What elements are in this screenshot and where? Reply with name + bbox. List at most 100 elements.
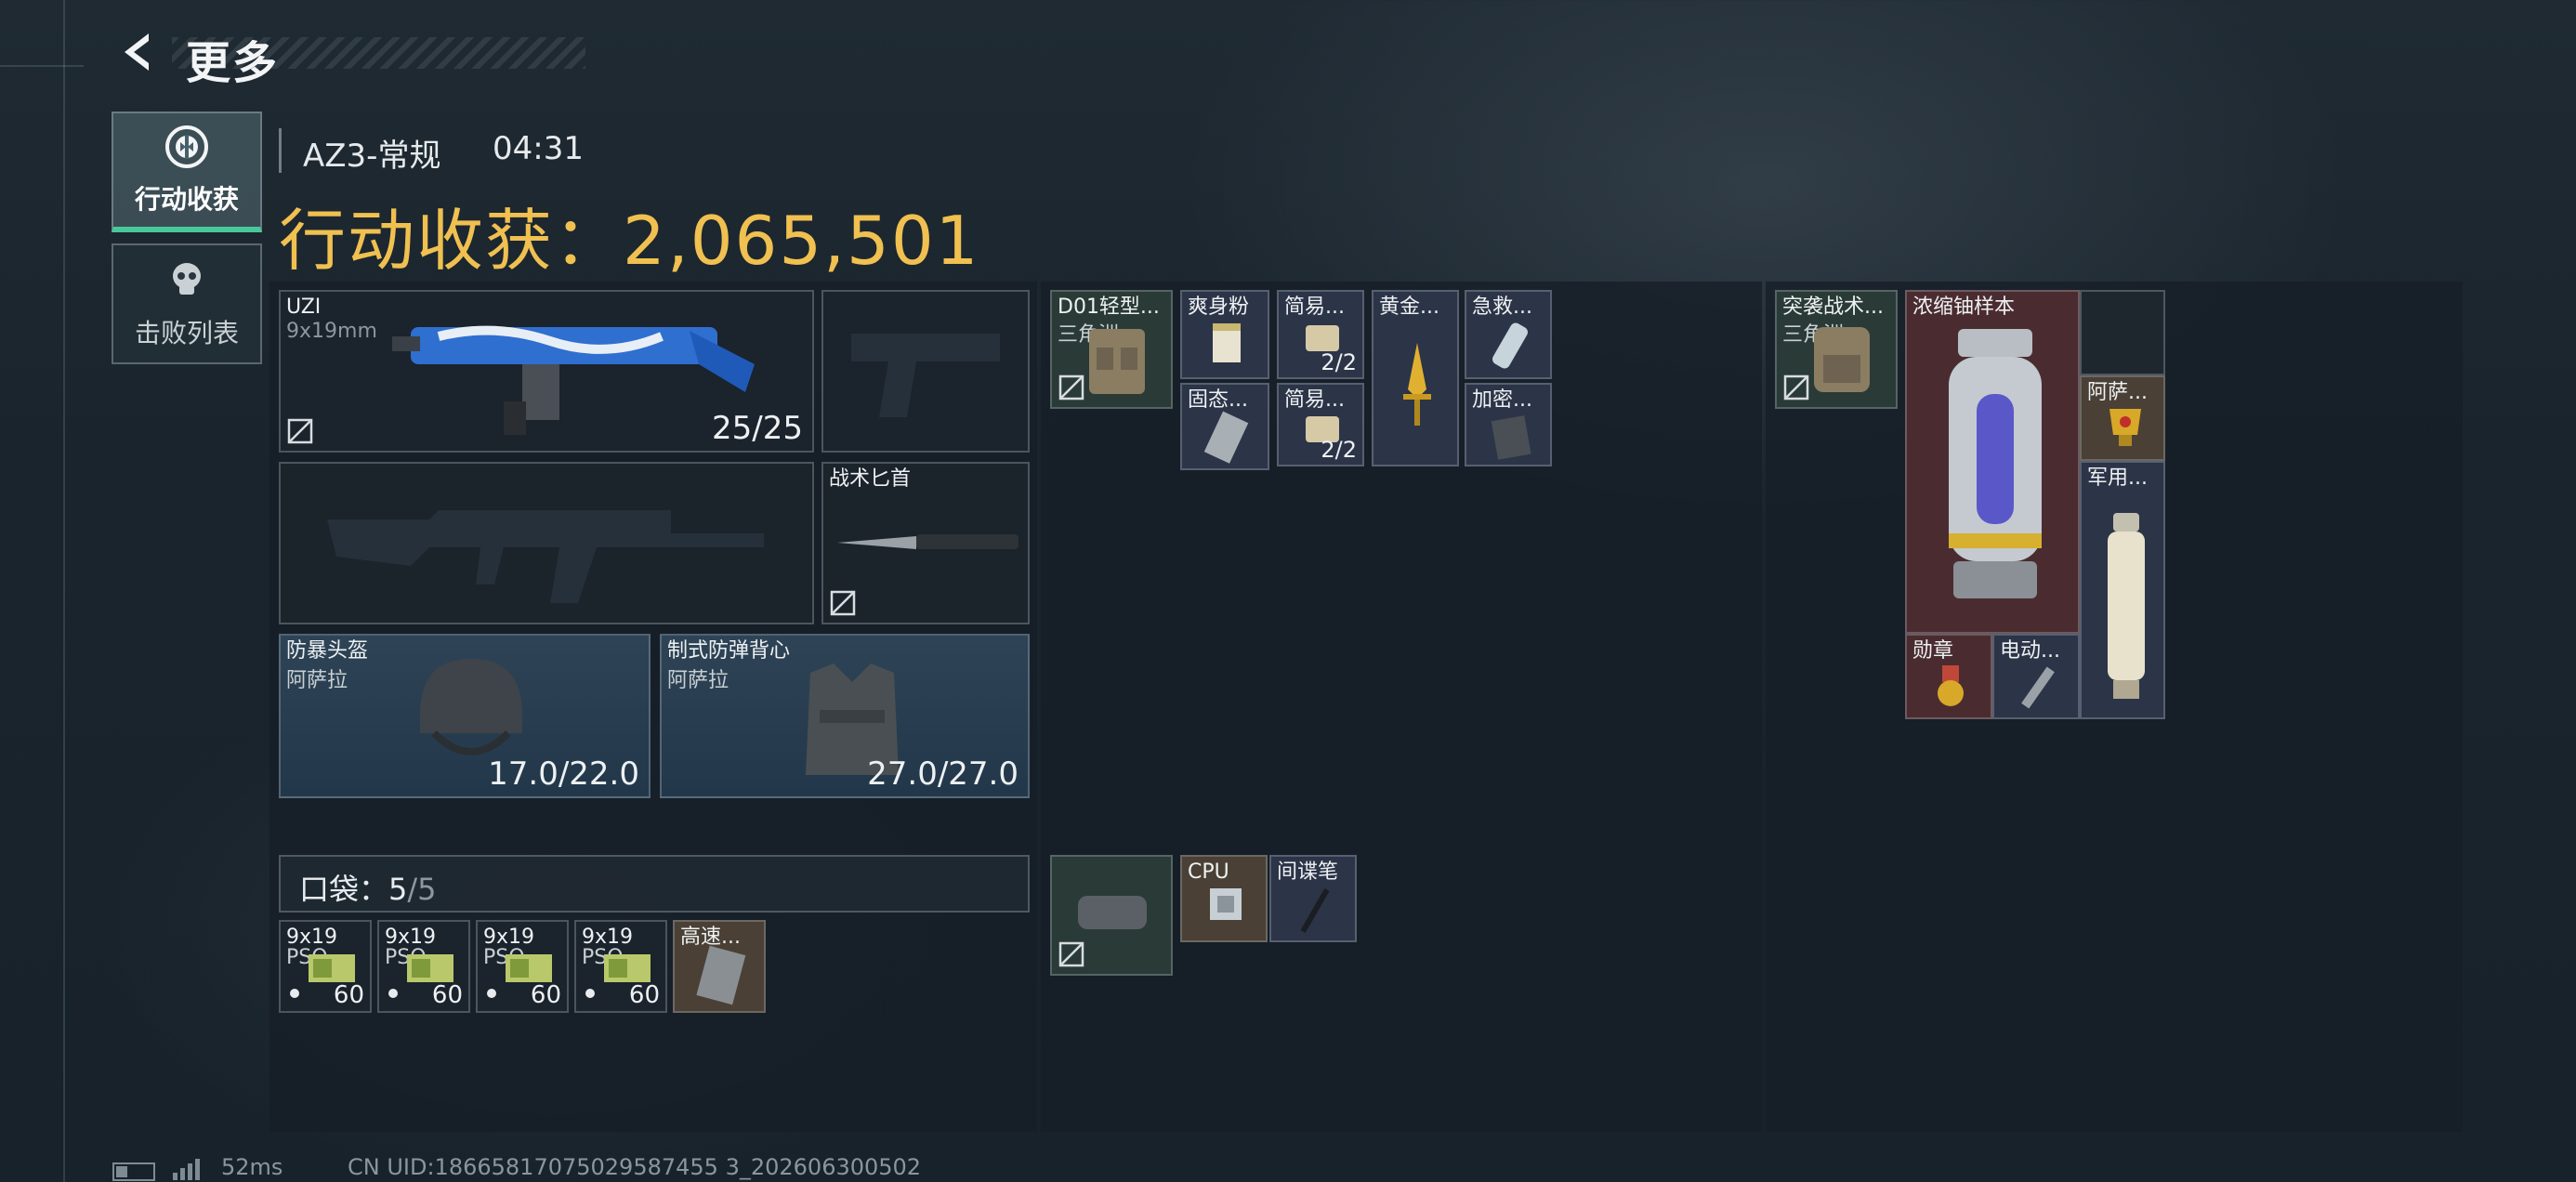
- pouch-item[interactable]: 间谍笔: [1269, 855, 1357, 942]
- pocket-item[interactable]: 9x19 PSO 60: [476, 920, 569, 1013]
- rig-icon: [1089, 329, 1145, 394]
- electric-tool-icon: [2021, 666, 2055, 709]
- raid-timer: 04:31: [493, 130, 584, 167]
- ammo-dot-icon: [487, 989, 496, 998]
- item-count: 2/2: [1321, 437, 1357, 463]
- encrypted-drive-icon: [1491, 415, 1531, 460]
- spy-pen-icon: [1300, 887, 1330, 934]
- powder-icon: [1213, 323, 1241, 362]
- rig-item[interactable]: 简易... 2/2: [1277, 383, 1364, 466]
- skull-icon: [173, 263, 201, 295]
- pocket-label: 口袋：: [299, 872, 389, 907]
- user-uid: CN UID:18665817075029587455 3_2026063005…: [348, 1154, 922, 1180]
- haul-total: 行动收获：2,065,501: [279, 186, 979, 283]
- unlocked-icon: [287, 418, 313, 444]
- backpack-icon: [1814, 327, 1870, 392]
- pouch-slot[interactable]: [1050, 855, 1173, 976]
- haul-label: 行动收获：: [279, 202, 624, 280]
- pouch-icon: [1078, 896, 1147, 929]
- item-name: 急救...: [1472, 296, 1532, 319]
- backpack-name: 突袭战术...: [1782, 296, 1884, 319]
- item-name: 黄金...: [1379, 296, 1439, 319]
- rifle-silhouette-icon: [327, 510, 764, 603]
- item-name: 军用...: [2087, 466, 2148, 490]
- ammo-dot-icon: [585, 989, 595, 998]
- tab-kills[interactable]: 击败列表: [112, 243, 262, 364]
- primary-weapon-slot[interactable]: UZI 9x19mm 25/25: [279, 290, 814, 453]
- gold-cup-icon: [2109, 409, 2141, 446]
- pocket-item[interactable]: 9x19 PSO 60: [279, 920, 372, 1013]
- unlocked-icon: [1783, 374, 1809, 401]
- backpack-item[interactable]: 勋章: [1905, 634, 1992, 719]
- chest-rig-slot[interactable]: D01轻型... 三角洲: [1050, 290, 1173, 409]
- rig-item[interactable]: 爽身粉: [1180, 290, 1269, 379]
- item-name: 间谍笔: [1277, 860, 1339, 884]
- armor-slot[interactable]: 制式防弹背心 阿萨拉 27.0/27.0: [660, 634, 1030, 798]
- rig-name: D01轻型...: [1058, 296, 1160, 319]
- armor-origin: 阿萨拉: [667, 669, 729, 692]
- battery-icon: [112, 1159, 200, 1181]
- ammo-pack-icon: [696, 945, 746, 1005]
- ping: 52ms: [221, 1154, 283, 1180]
- tab-kills-label: 击败列表: [134, 318, 239, 348]
- backpack-empty-slot[interactable]: [2080, 290, 2165, 375]
- item-name: 简易...: [1284, 296, 1345, 319]
- ammo-count: 60: [333, 981, 364, 1009]
- tab-loot[interactable]: 行动收获: [112, 112, 262, 232]
- weapon-ammo: 25/25: [712, 410, 803, 447]
- knife-slot[interactable]: 战术匕首: [821, 462, 1030, 624]
- pocket-item[interactable]: 9x19 PSO 60: [574, 920, 667, 1013]
- item-name: 固态...: [1188, 388, 1248, 412]
- pocket-sep: /: [407, 872, 418, 907]
- back-button[interactable]: [112, 26, 164, 78]
- gold-dagger-icon: [1403, 343, 1431, 426]
- secondary-weapon-slot[interactable]: [279, 462, 814, 624]
- item-name: CPU: [1188, 860, 1229, 884]
- rig-item[interactable]: 加密...: [1465, 383, 1552, 466]
- battery-signal-indicator: [112, 1156, 214, 1182]
- armor-name: 制式防弹背心: [667, 639, 791, 663]
- backpack-item[interactable]: 电动...: [1992, 634, 2080, 719]
- knife-name: 战术匕首: [829, 467, 912, 491]
- ammo-dot-icon: [290, 989, 299, 998]
- backpack-item[interactable]: 阿萨...: [2080, 375, 2165, 461]
- pocket-item[interactable]: 高速...: [673, 920, 766, 1013]
- ammo-count: 60: [530, 981, 561, 1009]
- pouch-item[interactable]: CPU: [1180, 855, 1268, 942]
- rig-item[interactable]: 简易... 2/2: [1277, 290, 1364, 379]
- item-name: 勋章: [1912, 639, 1954, 663]
- map-name: AZ3-常规: [303, 138, 441, 175]
- back-arrow-icon: [125, 33, 149, 71]
- rig-item[interactable]: 黄金...: [1372, 290, 1459, 466]
- first-aid-icon: [1492, 322, 1528, 369]
- backpack-item[interactable]: 浓缩铀样本: [1905, 290, 2080, 634]
- item-name: 浓缩铀样本: [1912, 296, 2016, 319]
- knife-icon: [837, 534, 1019, 549]
- helmet-slot[interactable]: 防暴头盔 阿萨拉 17.0/22.0: [279, 634, 651, 798]
- medal-icon: [1938, 665, 1964, 706]
- backpack-slot[interactable]: 突袭战术... 三角洲: [1775, 290, 1898, 409]
- frame-line: [0, 65, 84, 67]
- page-title: 更多: [186, 37, 280, 89]
- ammo-count: 60: [431, 981, 463, 1009]
- pocket-capacity: 口袋：5/5: [299, 866, 437, 909]
- item-name: 简易...: [1284, 388, 1345, 412]
- pocket-item[interactable]: 9x19 PSO 60: [377, 920, 470, 1013]
- haul-value: 2,065,501: [623, 202, 980, 280]
- header-divider: [279, 128, 282, 173]
- pistol-slot[interactable]: [821, 290, 1030, 453]
- helmet-durability: 17.0/22.0: [488, 755, 639, 793]
- armor-durability: 27.0/27.0: [867, 755, 1019, 793]
- unlocked-icon: [1058, 941, 1084, 967]
- rig-item[interactable]: 固态...: [1180, 383, 1269, 470]
- pistol-silhouette-icon: [851, 334, 1000, 417]
- rig-item[interactable]: 急救...: [1465, 290, 1552, 379]
- ssd-icon: [1203, 411, 1249, 464]
- weapon-name: UZI: [286, 296, 322, 319]
- backpack-item[interactable]: 军用...: [2080, 461, 2165, 719]
- cpu-icon: [1210, 888, 1242, 920]
- uranium-canister-icon: [1949, 329, 2042, 598]
- target-icon: [165, 125, 208, 168]
- pocket-cap: 5: [417, 872, 437, 907]
- weapon-caliber: 9x19mm: [286, 320, 377, 343]
